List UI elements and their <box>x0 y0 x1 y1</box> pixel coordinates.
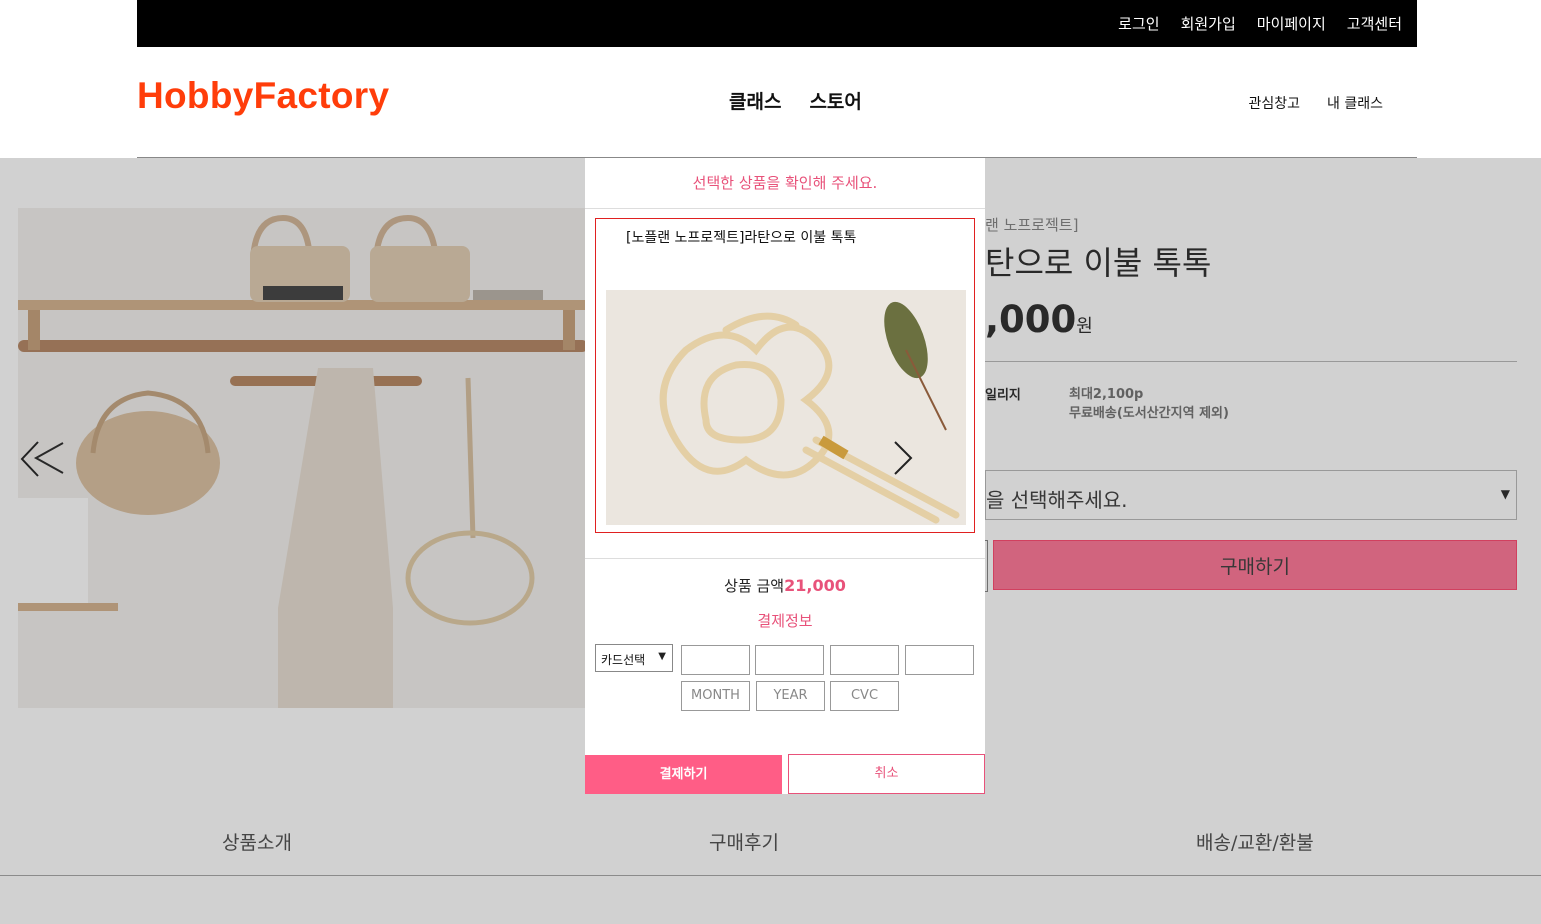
payment-title: 결제정보 <box>757 612 813 630</box>
chevron-right-icon[interactable] <box>891 440 915 476</box>
site-logo[interactable]: HobbyFactory <box>137 75 389 117</box>
price-value: 21,000 <box>784 576 846 595</box>
rattan-beater-image <box>606 290 966 525</box>
sub-nav: 관심창고 내 클래스 <box>1248 93 1383 113</box>
price-label: 상품 금액 <box>724 577 785 595</box>
card-select-value: 카드선택 <box>601 653 646 667</box>
selected-product-name: [노플랜 노프로젝트]라탄으로 이불 톡톡 <box>626 230 857 246</box>
site-header: HobbyFactory 클래스 스토어 관심창고 내 클래스 <box>137 47 1417 158</box>
card-number-input-4[interactable] <box>905 645 974 675</box>
top-links: 로그인 회원가입 마이페이지 고객센터 <box>1118 0 1402 47</box>
modal-title: 선택한 상품을 확인해 주세요. <box>585 158 985 209</box>
purchase-modal: 선택한 상품을 확인해 주세요. [노플랜 노프로젝트]라탄으로 이불 톡톡 상… <box>585 158 985 794</box>
my-class-link[interactable]: 내 클래스 <box>1327 93 1383 113</box>
chevron-left-icon[interactable] <box>18 438 44 480</box>
pay-button[interactable]: 결제하기 <box>585 755 782 794</box>
wishlist-link[interactable]: 관심창고 <box>1248 93 1300 113</box>
expiry-month-input[interactable]: MONTH <box>681 681 750 711</box>
customer-center-link[interactable]: 고객센터 <box>1347 13 1402 34</box>
cancel-button[interactable]: 취소 <box>788 754 985 794</box>
selected-product-card: [노플랜 노프로젝트]라탄으로 이불 톡톡 <box>595 218 975 533</box>
signup-link[interactable]: 회원가입 <box>1181 13 1236 34</box>
caret-down-icon: ▼ <box>658 651 666 662</box>
card-select[interactable]: 카드선택 ▼ <box>595 644 673 672</box>
modal-divider <box>585 558 985 559</box>
modal-price-line: 상품 금액21,000 <box>585 575 985 596</box>
expiry-year-input[interactable]: YEAR <box>756 681 825 711</box>
card-number-input-2[interactable] <box>755 645 824 675</box>
selected-product-image <box>606 290 966 525</box>
nav-store[interactable]: 스토어 <box>809 87 861 114</box>
card-number-input-1[interactable] <box>681 645 750 675</box>
cvc-input[interactable]: CVC <box>830 681 899 711</box>
nav-class[interactable]: 클래스 <box>729 87 781 114</box>
mypage-link[interactable]: 마이페이지 <box>1257 13 1326 34</box>
top-bar: 로그인 회원가입 마이페이지 고객센터 <box>137 0 1417 47</box>
main-nav: 클래스 스토어 <box>729 87 862 114</box>
card-number-input-3[interactable] <box>830 645 899 675</box>
login-link[interactable]: 로그인 <box>1118 13 1159 34</box>
